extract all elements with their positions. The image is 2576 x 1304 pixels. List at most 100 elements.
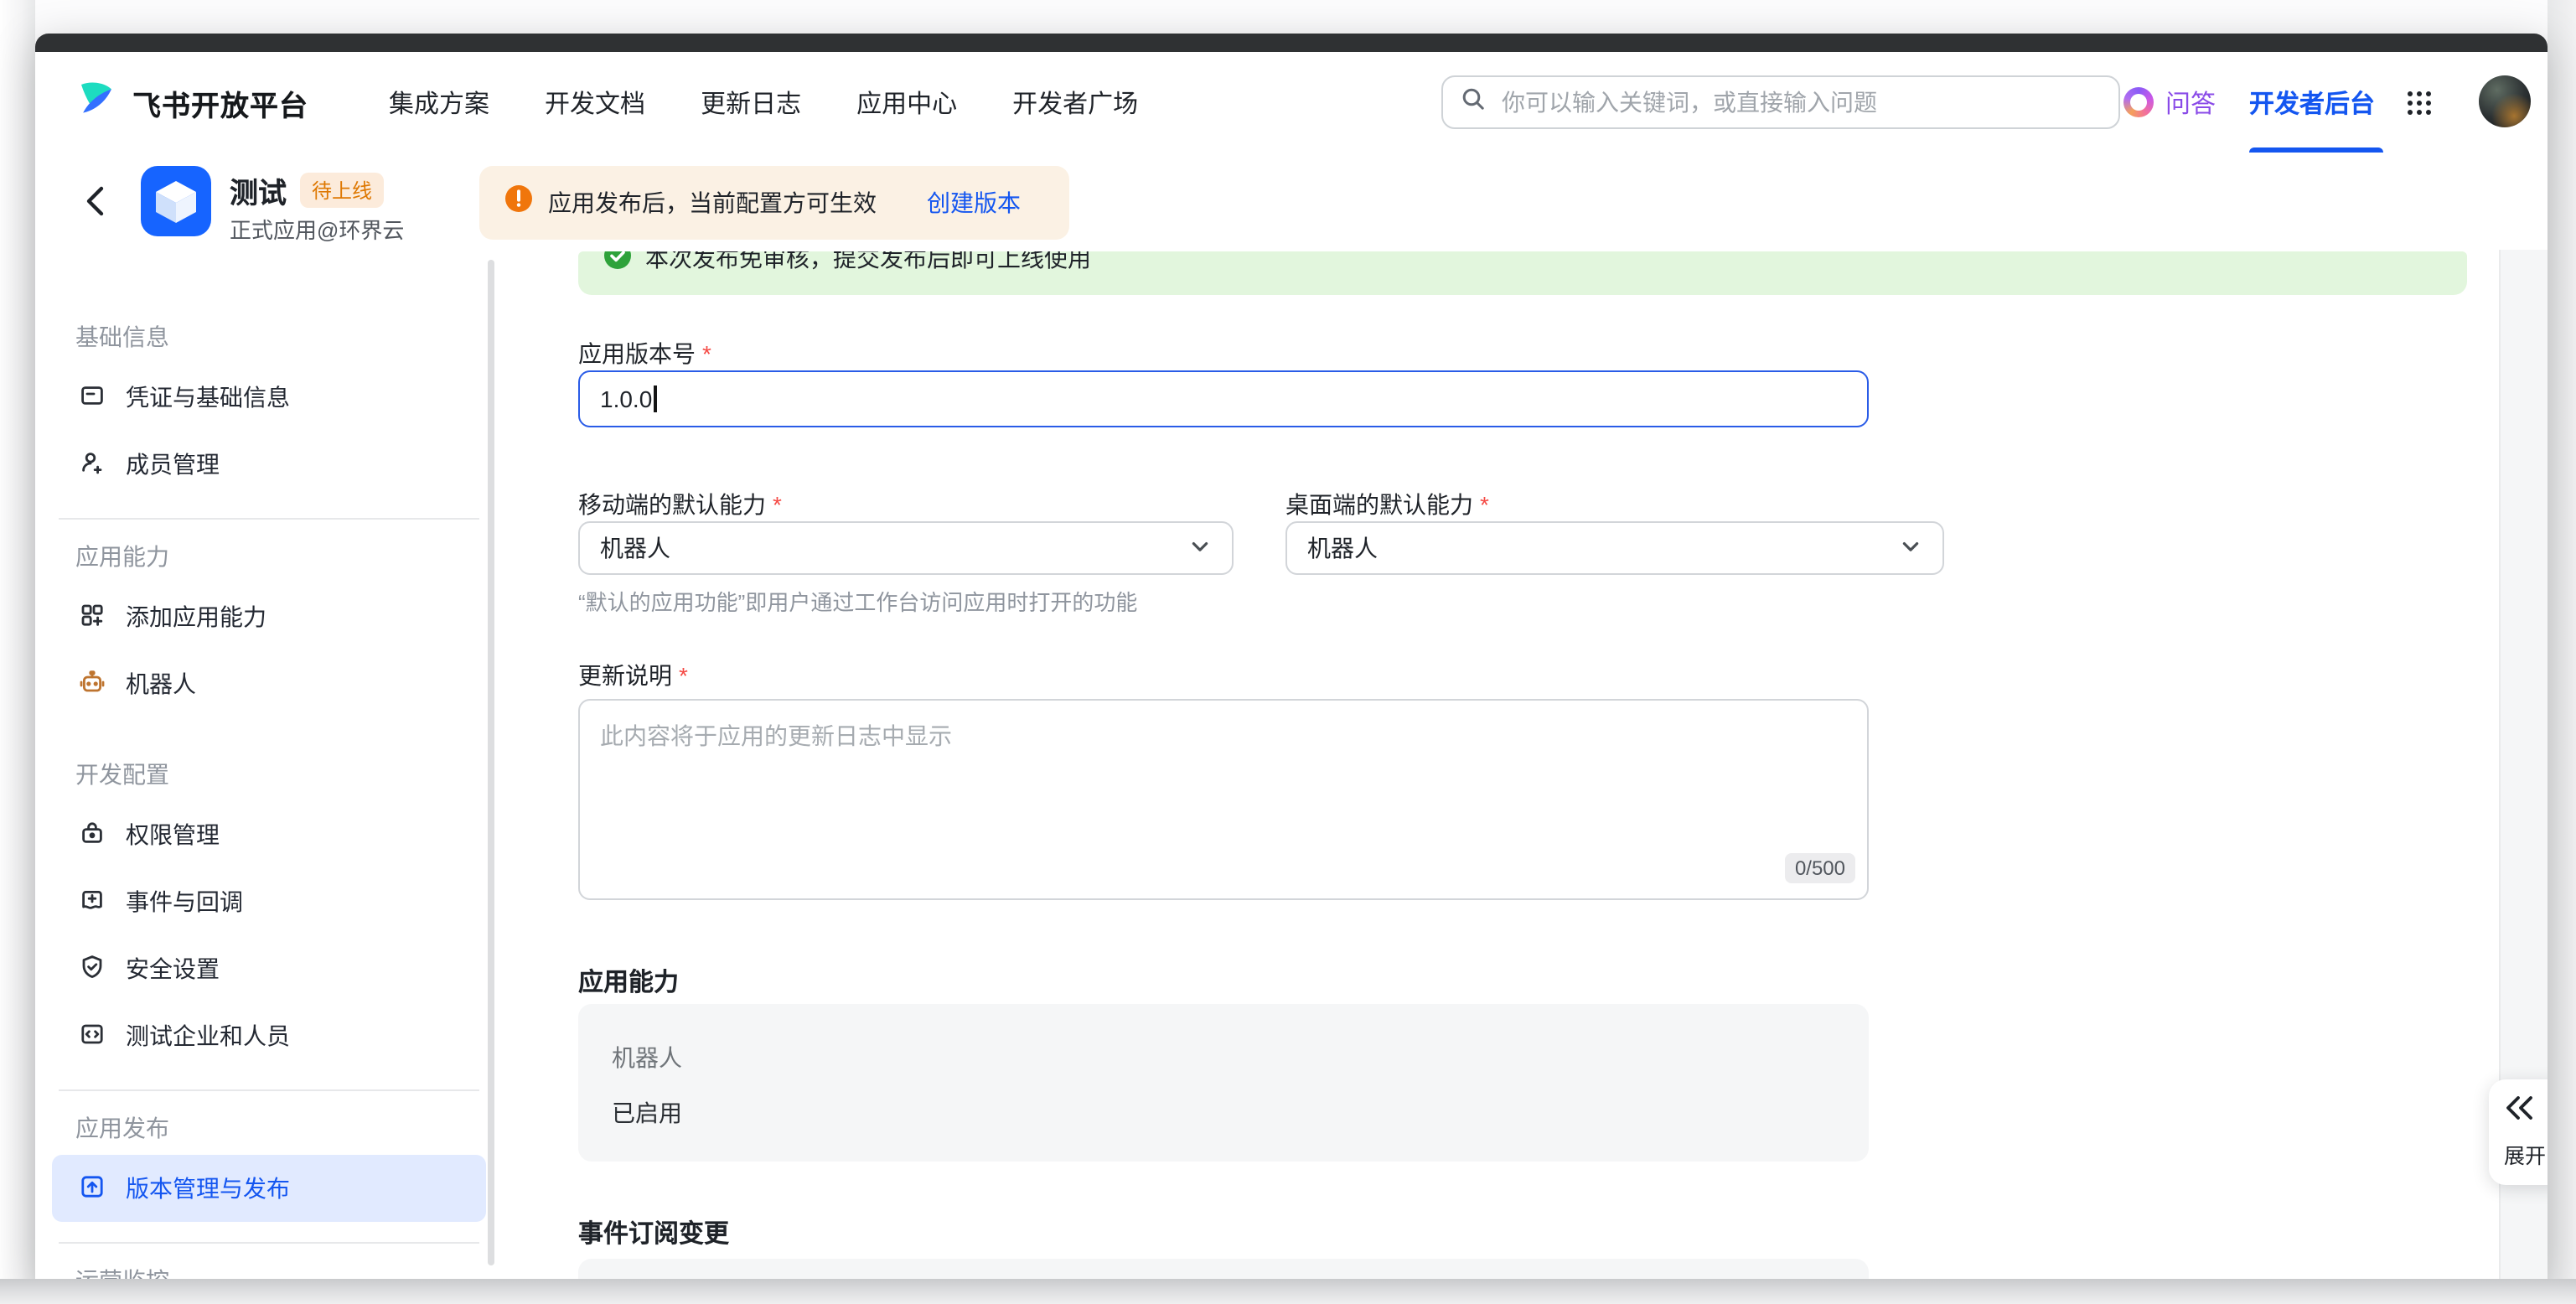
sidebar-item-version-release[interactable]: 版本管理与发布 [52, 1155, 486, 1222]
sidebar: 基础信息 凭证与基础信息 成员管理 应用能力 [35, 250, 503, 1279]
status-badge: 待上线 [300, 173, 384, 208]
qa-ring-icon [2123, 87, 2154, 117]
desktop-background-top [0, 0, 2576, 34]
mobile-capability-label: 移动端的默认能力* [578, 488, 782, 521]
nav-item-integrations[interactable]: 集成方案 [389, 85, 489, 120]
sidebar-item-add-capability[interactable]: 添加应用能力 [52, 583, 486, 650]
sidebar-divider [59, 1089, 479, 1091]
app-subtitle: 正式应用@环界云 [230, 213, 404, 245]
search-icon [1460, 85, 1487, 120]
create-version-link[interactable]: 创建版本 [927, 186, 1021, 220]
capability-name: 机器人 [612, 1041, 682, 1074]
success-banner: 本次发布免审核，提交发布后即可上线使用 [578, 251, 2467, 295]
sidebar-item-permissions[interactable]: 权限管理 [52, 801, 486, 868]
screen: 飞书开放平台 集成方案 开发文档 更新日志 应用中心 开发者广场 问答 [0, 0, 2576, 1304]
browser-window: 飞书开放平台 集成方案 开发文档 更新日志 应用中心 开发者广场 问答 [35, 34, 2548, 1279]
required-mark: * [702, 340, 711, 367]
qa-link[interactable]: 问答 [2123, 52, 2216, 153]
mobile-capability-select[interactable]: 机器人 [578, 521, 1234, 575]
id-card-icon [79, 381, 106, 413]
user-avatar[interactable] [2479, 75, 2531, 127]
window-titlebar [35, 34, 2548, 52]
app-title-row: 测试 待上线 [230, 169, 384, 211]
publish-notice-banner: 应用发布后，当前配置方可生效 创建版本 [479, 166, 1069, 240]
changelog-textarea[interactable] [580, 701, 1867, 898]
nav-item-marketplace[interactable]: 开发者广场 [1012, 85, 1138, 120]
expand-label: 展开 [2504, 1138, 2546, 1170]
nav-item-docs[interactable]: 开发文档 [545, 85, 645, 120]
event-section-title: 事件订阅变更 [578, 1215, 729, 1250]
desktop-background-left [0, 0, 35, 1304]
window-bottom-edge [0, 1279, 2576, 1304]
briefcase-lock-icon [79, 819, 106, 851]
required-mark: * [773, 491, 782, 518]
capability-card: 机器人 已启用 [578, 1004, 1869, 1162]
brand-name: 飞书开放平台 [132, 81, 308, 123]
sidebar-scrollbar[interactable] [488, 260, 494, 1265]
active-tab-indicator [2249, 147, 2383, 153]
code-box-icon [79, 1020, 106, 1052]
mobile-capability-value: 机器人 [600, 531, 670, 565]
sidebar-section-monitoring: 运营监控 [75, 1264, 503, 1279]
capability-status: 已启用 [612, 1096, 682, 1130]
check-circle-icon [603, 251, 632, 278]
version-input[interactable]: 1.0.0 [578, 370, 1869, 427]
char-counter: 0/500 [1785, 853, 1855, 883]
alert-icon [504, 184, 533, 221]
expand-panel-button[interactable]: 展开 [2489, 1079, 2548, 1185]
developer-console-tab[interactable]: 开发者后台 [2249, 52, 2375, 153]
sidebar-item-label: 凭证与基础信息 [126, 380, 290, 414]
event-card [578, 1259, 1869, 1279]
sidebar-item-label: 测试企业和人员 [126, 1019, 290, 1053]
nav-menu: 集成方案 开发文档 更新日志 应用中心 开发者广场 [389, 52, 1138, 153]
sidebar-item-test-company[interactable]: 测试企业和人员 [52, 1002, 486, 1069]
search-input[interactable] [1498, 87, 2102, 117]
chevron-down-icon [1188, 534, 1212, 562]
card-plus-icon [79, 886, 106, 918]
changelog-label: 更新说明* [578, 659, 688, 692]
feishu-logo-icon [75, 76, 119, 128]
top-navbar: 飞书开放平台 集成方案 开发文档 更新日志 应用中心 开发者广场 问答 [35, 52, 2548, 154]
capability-hint: “默认的应用功能”即用户通过工作台访问应用时打开的功能 [578, 585, 1137, 617]
sidebar-item-credentials[interactable]: 凭证与基础信息 [52, 364, 486, 431]
back-button[interactable] [80, 183, 114, 228]
sidebar-section-basic-info: 基础信息 [75, 320, 503, 354]
sidebar-item-members[interactable]: 成员管理 [52, 431, 486, 498]
desktop-background-right [2548, 0, 2576, 1304]
robot-icon [79, 668, 106, 700]
sidebar-section-release: 应用发布 [75, 1111, 503, 1145]
grid-add-icon [79, 601, 106, 633]
desktop-capability-value: 机器人 [1307, 531, 1378, 565]
app-name: 测试 [230, 169, 287, 211]
publish-arrow-icon [79, 1172, 106, 1204]
sidebar-divider [59, 518, 479, 520]
sidebar-item-label: 版本管理与发布 [126, 1172, 290, 1205]
main-content: 本次发布免审核，提交发布后即可上线使用 应用版本号* 1.0.0 移动端的默认能… [503, 250, 2499, 1279]
sidebar-section-capabilities: 应用能力 [75, 540, 503, 573]
nav-item-changelog[interactable]: 更新日志 [701, 85, 801, 120]
sidebar-item-security[interactable]: 安全设置 [52, 935, 486, 1002]
desktop-capability-select[interactable]: 机器人 [1285, 521, 1944, 575]
sidebar-item-bot[interactable]: 机器人 [52, 650, 486, 717]
apps-grid-icon[interactable] [2405, 89, 2434, 126]
qa-label: 问答 [2165, 85, 2216, 120]
sidebar-item-events[interactable]: 事件与回调 [52, 868, 486, 935]
shield-check-icon [79, 953, 106, 985]
required-mark: * [1480, 491, 1489, 518]
version-label: 应用版本号* [578, 337, 711, 370]
chevron-down-icon [1899, 534, 1922, 562]
text-cursor [654, 386, 656, 412]
sidebar-item-label: 权限管理 [126, 818, 220, 851]
sidebar-item-label: 机器人 [126, 667, 196, 701]
capability-section-title: 应用能力 [578, 964, 679, 999]
required-mark: * [679, 662, 688, 689]
sidebar-divider [59, 1242, 479, 1244]
user-add-icon [79, 448, 106, 480]
sidebar-item-label: 成员管理 [126, 448, 220, 481]
changelog-field: 0/500 [578, 699, 1869, 900]
sidebar-item-label: 添加应用能力 [126, 600, 266, 634]
global-search[interactable] [1441, 75, 2120, 129]
brand-logo[interactable]: 飞书开放平台 [75, 52, 308, 153]
nav-item-app-center[interactable]: 应用中心 [856, 85, 957, 120]
double-chevron-left-icon [2504, 1094, 2536, 1130]
